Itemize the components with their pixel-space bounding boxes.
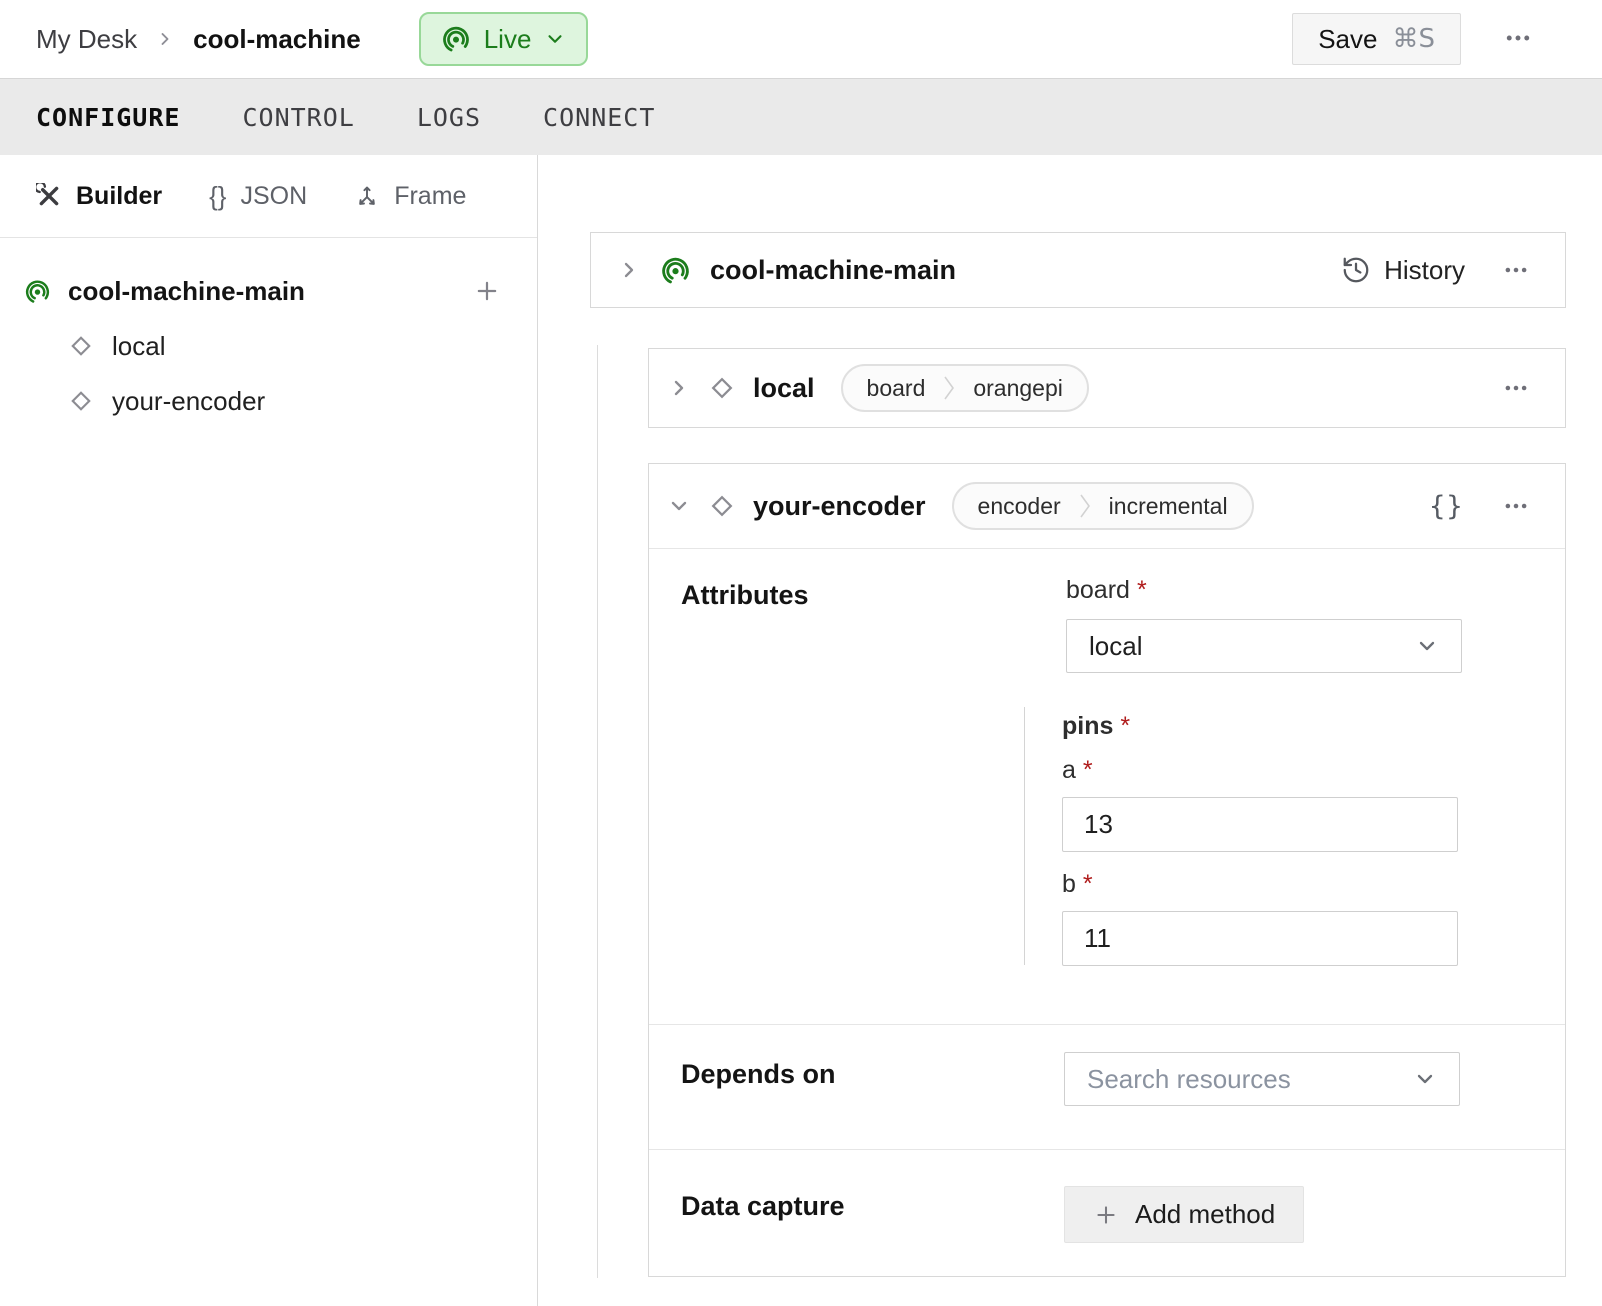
app-header: My Desk cool-machine Live Save ⌘S [0,0,1602,78]
history-label: History [1384,255,1465,286]
your-encoder-card: your-encoder encoder incremental {} Attr… [648,463,1566,1277]
tree-item-label: cool-machine-main [68,276,305,307]
tree-indent-guide [597,345,598,1278]
breadcrumb-current: cool-machine [193,24,361,55]
board-field-label: board* [1066,576,1147,605]
save-shortcut: ⌘S [1392,24,1435,54]
diamond-icon [67,387,95,415]
view-mode-frame-label: Frame [394,182,466,211]
frame-axes-icon [354,183,380,209]
diamond-icon [67,332,95,360]
header-overflow-menu-button[interactable] [1498,24,1538,52]
configure-main-panel: cool-machine-main History local board [538,155,1602,1306]
attributes-section-label: Attributes [681,580,809,611]
tab-control[interactable]: CONTROL [242,103,354,132]
history-button[interactable]: History [1341,255,1465,286]
view-mode-json-label: JSON [241,182,308,211]
component-type-badge: board orangepi [841,364,1089,412]
expand-chevron-right-icon[interactable] [617,258,641,282]
collapse-chevron-down-icon[interactable] [667,494,691,518]
pins-group-label: pins* [1062,712,1130,741]
view-mode-builder[interactable]: Builder [36,182,162,211]
badge-separator-icon [1079,491,1091,521]
live-status-label: Live [484,24,532,55]
chevron-down-icon [1413,1067,1437,1091]
data-capture-section-label: Data capture [681,1191,845,1222]
tab-logs[interactable]: LOGS [417,103,481,132]
depends-on-select[interactable]: Search resources [1064,1052,1460,1106]
breadcrumb-separator-icon [155,29,175,49]
add-component-button[interactable] [473,277,501,305]
machine-part-menu-button[interactable] [1497,257,1535,283]
depends-on-section-label: Depends on [681,1059,836,1090]
save-button[interactable]: Save ⌘S [1292,13,1461,65]
live-status-dropdown[interactable]: Live [419,12,589,66]
tab-configure[interactable]: CONFIGURE [36,103,180,132]
tree-item-machine-part[interactable]: cool-machine-main [0,266,537,316]
component-model: incremental [1109,493,1228,520]
live-machine-icon [24,278,51,305]
tree-item-label: your-encoder [112,386,265,417]
view-mode-switcher: Builder {} JSON Frame [0,155,537,238]
required-marker: * [1137,576,1147,604]
add-method-button[interactable]: Add method [1064,1186,1304,1243]
history-icon [1341,255,1371,285]
save-button-label: Save [1318,24,1377,55]
component-model: orangepi [973,375,1063,402]
pin-a-field-label: a* [1062,756,1093,785]
component-type: board [867,375,926,402]
component-menu-button[interactable] [1497,493,1535,519]
local-board-card: local board orangepi [648,348,1566,428]
breadcrumb-parent-link[interactable]: My Desk [36,24,137,55]
braces-icon: {} [209,183,226,209]
badge-separator-icon [943,373,955,403]
component-title: local [753,373,815,404]
pin-b-input[interactable] [1062,911,1458,966]
chevron-down-icon [544,28,566,50]
tools-icon [36,183,62,209]
pin-b-field-label: b* [1062,870,1093,899]
tree-item-local[interactable]: local [0,321,537,371]
chevron-down-icon [1415,634,1439,658]
machine-part-card: cool-machine-main History [590,232,1566,308]
component-title: your-encoder [753,491,926,522]
depends-on-placeholder: Search resources [1087,1064,1291,1095]
view-mode-builder-label: Builder [76,182,162,211]
resource-tree: cool-machine-main local your-encoder [0,238,537,426]
your-encoder-card-header: your-encoder encoder incremental {} [649,464,1565,549]
section-divider [649,1149,1565,1150]
edit-json-button[interactable]: {} [1429,491,1463,522]
diamond-icon [707,491,737,521]
view-mode-json[interactable]: {} JSON [209,182,307,211]
add-method-label: Add method [1135,1199,1275,1230]
board-select[interactable]: local [1066,619,1462,673]
section-divider [649,1024,1565,1025]
board-select-value: local [1089,631,1142,662]
pin-a-input[interactable] [1062,797,1458,852]
live-machine-icon [441,24,471,54]
plus-icon [1093,1202,1119,1228]
pins-group-indent-guide [1024,707,1025,965]
view-mode-frame[interactable]: Frame [354,182,466,211]
required-marker: * [1083,870,1093,898]
tab-connect[interactable]: CONNECT [543,103,655,132]
expand-chevron-right-icon[interactable] [667,376,691,400]
component-type-badge: encoder incremental [952,482,1254,530]
machine-tab-bar: CONFIGURE CONTROL LOGS CONNECT [0,78,1602,155]
required-marker: * [1120,712,1130,740]
component-menu-button[interactable] [1497,375,1535,401]
diamond-icon [707,373,737,403]
machine-part-title: cool-machine-main [710,255,956,286]
tree-item-your-encoder[interactable]: your-encoder [0,376,537,426]
breadcrumb: My Desk cool-machine [36,24,361,55]
live-machine-icon [660,255,691,286]
component-type: encoder [978,493,1061,520]
required-marker: * [1083,756,1093,784]
configure-sidebar: Builder {} JSON Frame cool-machine-main [0,155,538,1306]
tree-item-label: local [112,331,165,362]
